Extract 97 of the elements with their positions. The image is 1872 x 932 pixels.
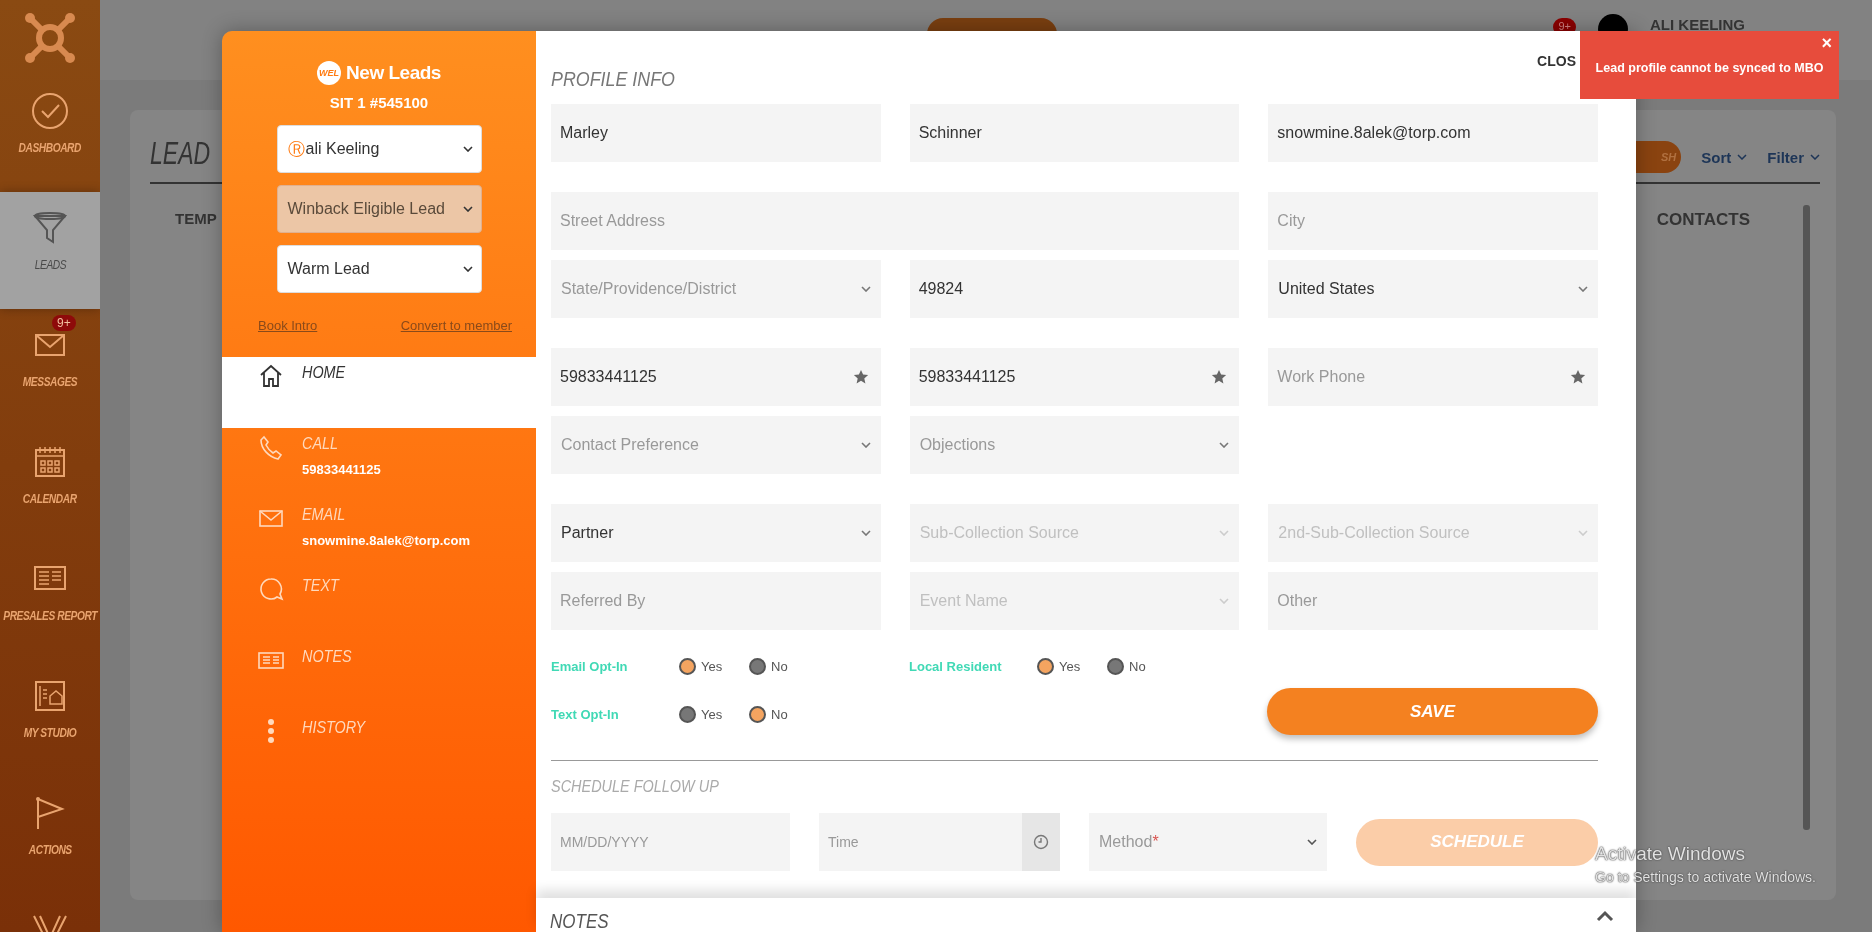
option-label: Text Opt-In <box>551 706 620 722</box>
radio-button[interactable] <box>749 705 766 723</box>
phone-field[interactable]: Work Phone <box>1268 348 1598 406</box>
chevron-down-icon <box>462 146 473 152</box>
sidebar-item[interactable]: MESSAGES 9+ <box>0 309 100 426</box>
phone-icon <box>258 434 284 460</box>
save-button[interactable]: SAVE <box>1267 688 1598 735</box>
option-label: Email Opt-In <box>551 658 629 674</box>
link[interactable]: Convert to member <box>400 318 512 333</box>
radio-option[interactable]: No <box>1107 657 1177 675</box>
star-icon <box>852 369 869 385</box>
nav-item[interactable]: TEXT <box>222 570 536 641</box>
radio-option[interactable]: Yes <box>679 705 749 723</box>
input-field[interactable]: Schinner <box>909 104 1240 162</box>
column-header: TEMP <box>175 210 217 229</box>
radio-option[interactable]: Yes <box>1037 657 1107 675</box>
chevron-down-icon <box>462 266 473 272</box>
sidebar-item[interactable]: ACTIONS <box>0 777 100 894</box>
user-name: ALI KEELING <box>1650 16 1745 33</box>
dropdown[interactable]: State/Providence/District <box>551 260 881 318</box>
nav-item[interactable]: NOTES <box>222 641 536 712</box>
chevron-down-icon <box>462 206 473 212</box>
sidebar-item[interactable]: DASHBOARD <box>0 75 100 192</box>
home-icon <box>258 363 284 389</box>
chevron-down-icon <box>860 530 871 536</box>
nav-item[interactable]: CALL 59833441125 <box>222 428 536 499</box>
phone-field[interactable]: 59833441125 <box>909 348 1240 406</box>
speech-bubble-icon <box>258 576 284 602</box>
chevron-down-icon <box>1578 286 1588 292</box>
option-label: Local Resident <box>909 658 1003 674</box>
nav-item[interactable]: HISTORY <box>222 712 536 783</box>
radio-option[interactable]: No <box>749 705 819 723</box>
radio-button[interactable] <box>679 657 696 675</box>
radio-button[interactable] <box>1107 657 1124 675</box>
input-field[interactable]: Marley <box>551 104 881 162</box>
panel-title: New Leads <box>346 62 441 84</box>
dropdown[interactable]: Contact Preference <box>551 416 881 474</box>
dropdown[interactable]: Method* <box>1089 813 1327 871</box>
star-icon <box>1570 369 1586 385</box>
sidebar-item[interactable]: LEADS <box>0 192 100 309</box>
nav-item[interactable]: HOME <box>222 357 536 428</box>
column-header: CONTACTS <box>1656 210 1750 230</box>
time-field[interactable]: Time <box>819 813 1022 871</box>
logo-badge: WEL <box>317 61 342 85</box>
filter-dropdown[interactable]: Filter <box>1767 148 1820 166</box>
sidebar-item[interactable]: PRESALES REPORT <box>0 543 100 660</box>
section-title: SCHEDULE FOLLOW UP <box>551 777 720 797</box>
input-field[interactable]: Other <box>1268 572 1598 630</box>
dropdown[interactable]: United States <box>1268 260 1598 318</box>
dropdown[interactable]: Ⓡali Keeling <box>276 125 482 173</box>
nav-item[interactable]: EMAIL snowmine.8alek@torp.com <box>222 499 536 570</box>
star-icon <box>1211 369 1228 385</box>
chevron-down-icon <box>1219 530 1230 536</box>
more-icon <box>267 718 275 744</box>
section-title: NOTES <box>550 910 609 932</box>
sidebar-item[interactable]: CALENDAR <box>0 426 100 543</box>
page-title: LEAD <box>150 134 211 172</box>
input-field[interactable]: Street Address <box>551 192 1240 250</box>
input-field[interactable]: snowmine.8alek@torp.com <box>1268 104 1598 162</box>
radio-button[interactable] <box>1037 657 1054 675</box>
clock-icon <box>1033 834 1049 850</box>
phone-field[interactable]: 59833441125 <box>551 348 881 406</box>
nav-detail: 59833441125 <box>302 462 381 477</box>
dropdown[interactable]: Objections <box>909 416 1240 474</box>
toast-message: Lead profile cannot be synced to MBO <box>1595 61 1824 75</box>
lead-id: SIT 1 #545100 <box>329 94 429 111</box>
dropdown[interactable]: Partner <box>551 504 881 562</box>
chevron-down-icon <box>1219 598 1230 604</box>
notification-badge: 9+ <box>52 315 76 331</box>
dropdown[interactable]: Warm Lead <box>276 245 482 293</box>
nav-detail: snowmine.8alek@torp.com <box>302 533 470 548</box>
radio-option[interactable]: No <box>749 657 819 675</box>
input-field[interactable]: City <box>1268 192 1598 250</box>
input-field[interactable]: 49824 <box>909 260 1240 318</box>
scrollbar[interactable] <box>1803 205 1810 830</box>
date-field[interactable]: MM/DD/YYYY <box>551 813 790 871</box>
close-button[interactable]: × <box>1821 33 1832 54</box>
radio-option[interactable]: Yes <box>679 657 749 675</box>
chevron-up-icon <box>1596 910 1614 922</box>
radio-button[interactable] <box>749 657 766 675</box>
chevron-down-icon <box>1578 530 1588 536</box>
sort-dropdown[interactable]: Sort <box>1701 148 1748 166</box>
close-button[interactable]: CLOS <box>1537 53 1576 69</box>
dropdown[interactable]: Winback Eligible Lead <box>276 185 482 233</box>
section-title: PROFILE INFO <box>551 67 675 91</box>
check-circle-icon <box>30 91 70 131</box>
chevron-down-icon <box>1737 154 1748 160</box>
chevron-down-icon <box>860 286 871 292</box>
input-field[interactable]: Referred By <box>551 572 881 630</box>
sidebar-item[interactable]: MY STUDIO <box>0 660 100 777</box>
link[interactable]: Book Intro <box>258 318 318 333</box>
chevron-down-icon <box>860 442 871 448</box>
chevron-down-icon <box>1307 839 1317 845</box>
owner-icon: Ⓡ <box>287 137 305 161</box>
chevron-down-icon <box>1810 154 1820 160</box>
chevron-down-icon <box>1219 442 1230 448</box>
radio-button[interactable] <box>679 705 696 723</box>
